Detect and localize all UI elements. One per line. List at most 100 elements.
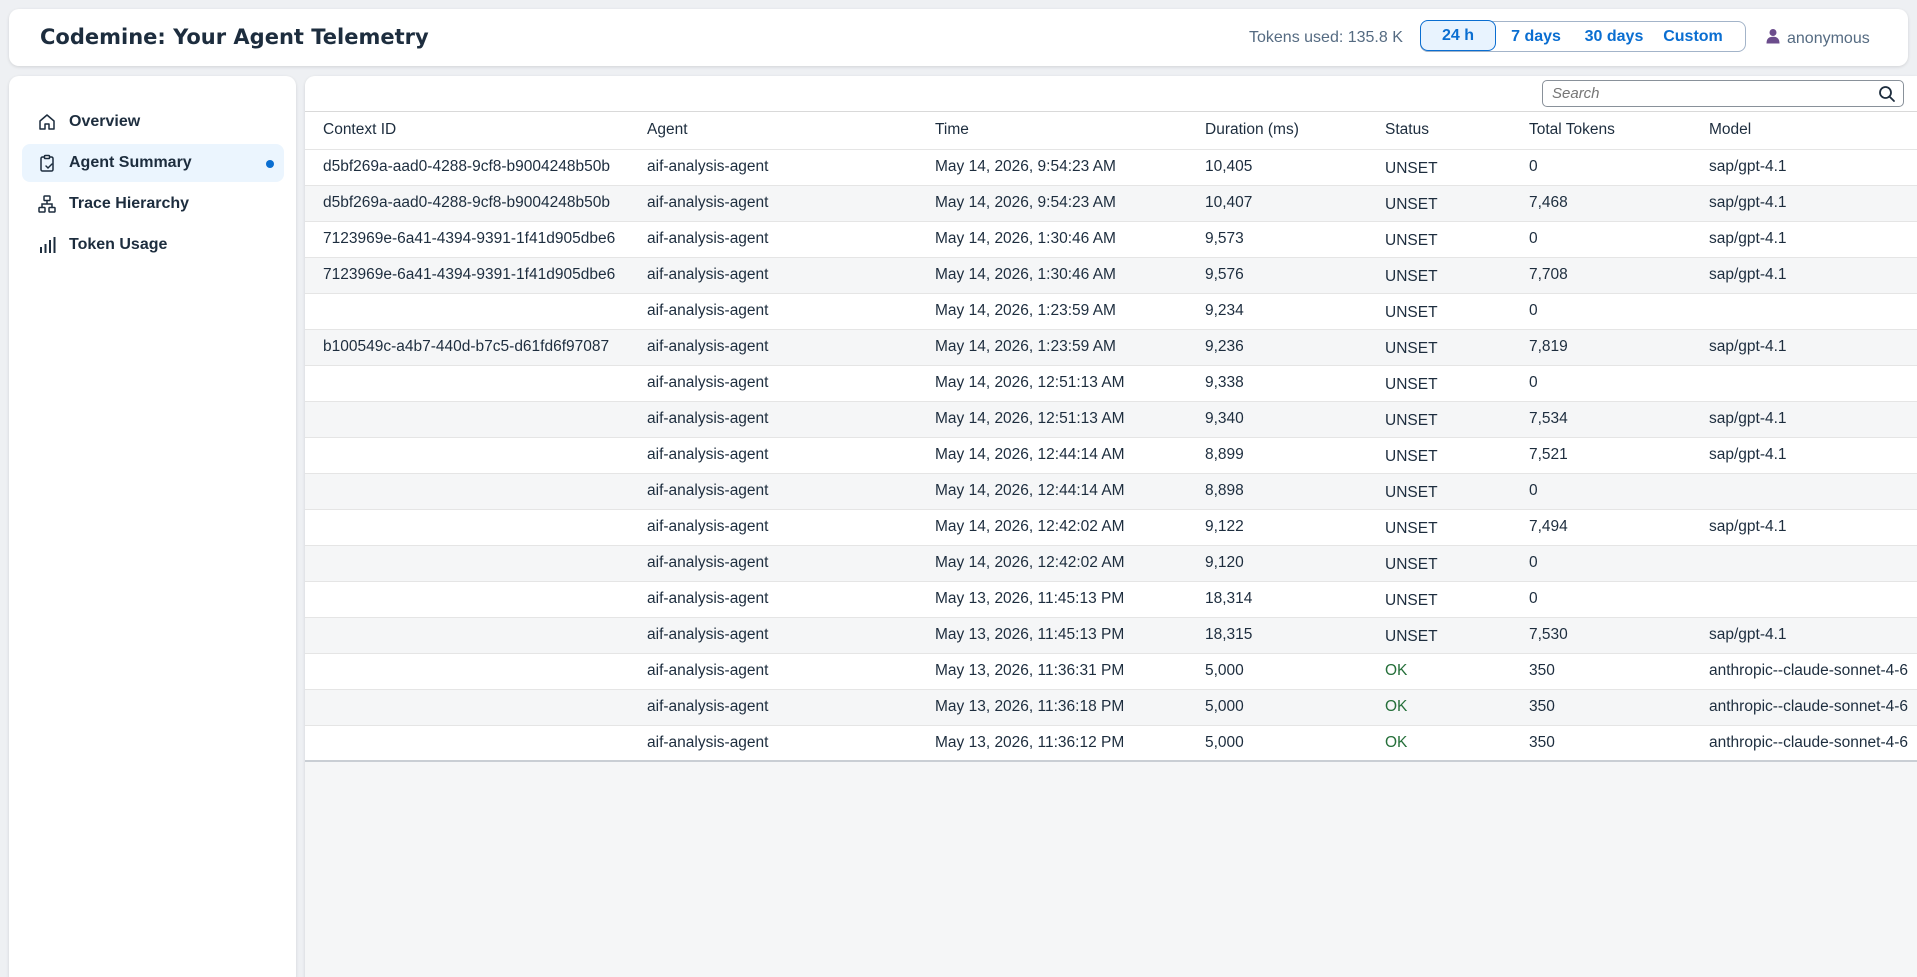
status-cell: UNSET: [1367, 509, 1511, 546]
model-cell: [1691, 581, 1917, 618]
duration-cell: 5,000: [1187, 689, 1367, 726]
table-row[interactable]: aif-analysis-agent May 13, 2026, 11:36:18…: [305, 689, 1917, 726]
sidebar: Overview Agent Summary Trace Hierarchy T…: [9, 76, 296, 977]
user-menu[interactable]: anonymous: [1765, 28, 1870, 49]
time-cell: May 14, 2026, 12:42:02 AM: [917, 509, 1187, 546]
table-header-row: Context ID Agent Time Duration (ms) Stat…: [305, 112, 1917, 150]
total-tokens-cell: 0: [1511, 581, 1691, 618]
status-cell: UNSET: [1367, 581, 1511, 618]
table-row[interactable]: aif-analysis-agent May 14, 2026, 12:42:02…: [305, 545, 1917, 582]
sidebar-item-token-usage[interactable]: Token Usage: [22, 226, 284, 264]
agent-cell: aif-analysis-agent: [629, 293, 917, 330]
status-cell: UNSET: [1367, 545, 1511, 582]
column-header-total-tokens[interactable]: Total Tokens: [1511, 112, 1691, 150]
model-cell: sap/gpt-4.1: [1691, 185, 1917, 222]
status-cell: UNSET: [1367, 293, 1511, 330]
search-input[interactable]: [1543, 81, 1877, 106]
sidebar-item-trace-hierarchy[interactable]: Trace Hierarchy: [22, 185, 284, 223]
duration-cell: 9,573: [1187, 221, 1367, 258]
agent-cell: aif-analysis-agent: [629, 581, 917, 618]
table-row[interactable]: d5bf269a-aad0-4288-9cf8-b9004248b50b aif-…: [305, 185, 1917, 222]
model-cell: sap/gpt-4.1: [1691, 221, 1917, 258]
sidebar-item-label: Trace Hierarchy: [69, 195, 190, 212]
context-id-cell: [305, 653, 629, 690]
table-row[interactable]: 7123969e-6a41-4394-9391-1f41d905dbe6 aif-…: [305, 257, 1917, 294]
duration-cell: 5,000: [1187, 725, 1367, 762]
sidebar-item-label: Agent Summary: [69, 154, 192, 171]
time-cell: May 13, 2026, 11:45:13 PM: [917, 617, 1187, 654]
table-row[interactable]: d5bf269a-aad0-4288-9cf8-b9004248b50b aif-…: [305, 149, 1917, 186]
agent-cell: aif-analysis-agent: [629, 617, 917, 654]
time-cell: May 14, 2026, 9:54:23 AM: [917, 149, 1187, 186]
bar-chart-icon: [37, 235, 57, 255]
column-header-duration[interactable]: Duration (ms): [1187, 112, 1367, 150]
range-30days-button[interactable]: 30 days: [1576, 21, 1652, 52]
total-tokens-cell: 7,530: [1511, 617, 1691, 654]
search-icon[interactable]: [1877, 84, 1897, 104]
table-row[interactable]: aif-analysis-agent May 14, 2026, 12:51:13…: [305, 401, 1917, 438]
table-row[interactable]: aif-analysis-agent May 13, 2026, 11:36:12…: [305, 725, 1917, 762]
model-cell: [1691, 365, 1917, 402]
selected-indicator-dot: [266, 160, 274, 168]
model-cell: sap/gpt-4.1: [1691, 257, 1917, 294]
duration-cell: 9,236: [1187, 329, 1367, 366]
context-id-cell: [305, 293, 629, 330]
table-row[interactable]: aif-analysis-agent May 13, 2026, 11:45:13…: [305, 617, 1917, 654]
model-cell: anthropic--claude-sonnet-4-6: [1691, 725, 1917, 762]
model-cell: [1691, 545, 1917, 582]
column-header-time[interactable]: Time: [917, 112, 1187, 150]
duration-cell: 8,899: [1187, 437, 1367, 474]
duration-cell: 9,338: [1187, 365, 1367, 402]
time-cell: May 13, 2026, 11:36:12 PM: [917, 725, 1187, 762]
status-cell: UNSET: [1367, 149, 1511, 186]
table-row[interactable]: aif-analysis-agent May 14, 2026, 12:44:14…: [305, 473, 1917, 510]
table-row[interactable]: aif-analysis-agent May 14, 2026, 1:23:59 …: [305, 293, 1917, 330]
column-header-agent[interactable]: Agent: [629, 112, 917, 150]
range-custom-button[interactable]: Custom: [1652, 21, 1734, 52]
table-row[interactable]: 7123969e-6a41-4394-9391-1f41d905dbe6 aif-…: [305, 221, 1917, 258]
status-cell: OK: [1367, 653, 1511, 690]
agent-summary-table: Context ID Agent Time Duration (ms) Stat…: [305, 112, 1917, 762]
app-title: Codemine: Your Agent Telemetry: [40, 25, 429, 49]
agent-cell: aif-analysis-agent: [629, 221, 917, 258]
column-header-status[interactable]: Status: [1367, 112, 1511, 150]
agent-cell: aif-analysis-agent: [629, 329, 917, 366]
column-header-context-id[interactable]: Context ID: [305, 112, 629, 150]
agent-cell: aif-analysis-agent: [629, 509, 917, 546]
sidebar-item-agent-summary[interactable]: Agent Summary: [22, 144, 284, 182]
agent-cell: aif-analysis-agent: [629, 545, 917, 582]
context-id-cell: b100549c-a4b7-440d-b7c5-d61fd6f97087: [305, 329, 629, 366]
table-row[interactable]: aif-analysis-agent May 14, 2026, 12:42:02…: [305, 509, 1917, 546]
total-tokens-cell: 7,819: [1511, 329, 1691, 366]
app-header: Codemine: Your Agent Telemetry Tokens us…: [9, 9, 1908, 66]
context-id-cell: [305, 689, 629, 726]
status-cell: UNSET: [1367, 185, 1511, 222]
context-id-cell: 7123969e-6a41-4394-9391-1f41d905dbe6: [305, 257, 629, 294]
model-cell: sap/gpt-4.1: [1691, 149, 1917, 186]
table-row[interactable]: aif-analysis-agent May 13, 2026, 11:36:31…: [305, 653, 1917, 690]
model-cell: anthropic--claude-sonnet-4-6: [1691, 653, 1917, 690]
time-cell: May 14, 2026, 12:51:13 AM: [917, 401, 1187, 438]
agent-cell: aif-analysis-agent: [629, 725, 917, 762]
duration-cell: 8,898: [1187, 473, 1367, 510]
time-cell: May 14, 2026, 12:44:14 AM: [917, 473, 1187, 510]
status-cell: OK: [1367, 689, 1511, 726]
table-row[interactable]: aif-analysis-agent May 13, 2026, 11:45:13…: [305, 581, 1917, 618]
context-id-cell: [305, 509, 629, 546]
table-row[interactable]: aif-analysis-agent May 14, 2026, 12:51:13…: [305, 365, 1917, 402]
table-row[interactable]: aif-analysis-agent May 14, 2026, 12:44:14…: [305, 437, 1917, 474]
total-tokens-cell: 350: [1511, 653, 1691, 690]
model-cell: sap/gpt-4.1: [1691, 617, 1917, 654]
search-field[interactable]: [1542, 80, 1904, 107]
column-header-model[interactable]: Model: [1691, 112, 1917, 150]
time-cell: May 14, 2026, 1:30:46 AM: [917, 221, 1187, 258]
sidebar-item-overview[interactable]: Overview: [22, 103, 284, 141]
context-id-cell: [305, 725, 629, 762]
agent-cell: aif-analysis-agent: [629, 257, 917, 294]
range-24h-button[interactable]: 24 h: [1420, 20, 1496, 51]
range-7days-button[interactable]: 7 days: [1496, 21, 1576, 52]
duration-cell: 10,405: [1187, 149, 1367, 186]
duration-cell: 5,000: [1187, 653, 1367, 690]
table-row[interactable]: b100549c-a4b7-440d-b7c5-d61fd6f97087 aif-…: [305, 329, 1917, 366]
total-tokens-cell: 7,521: [1511, 437, 1691, 474]
